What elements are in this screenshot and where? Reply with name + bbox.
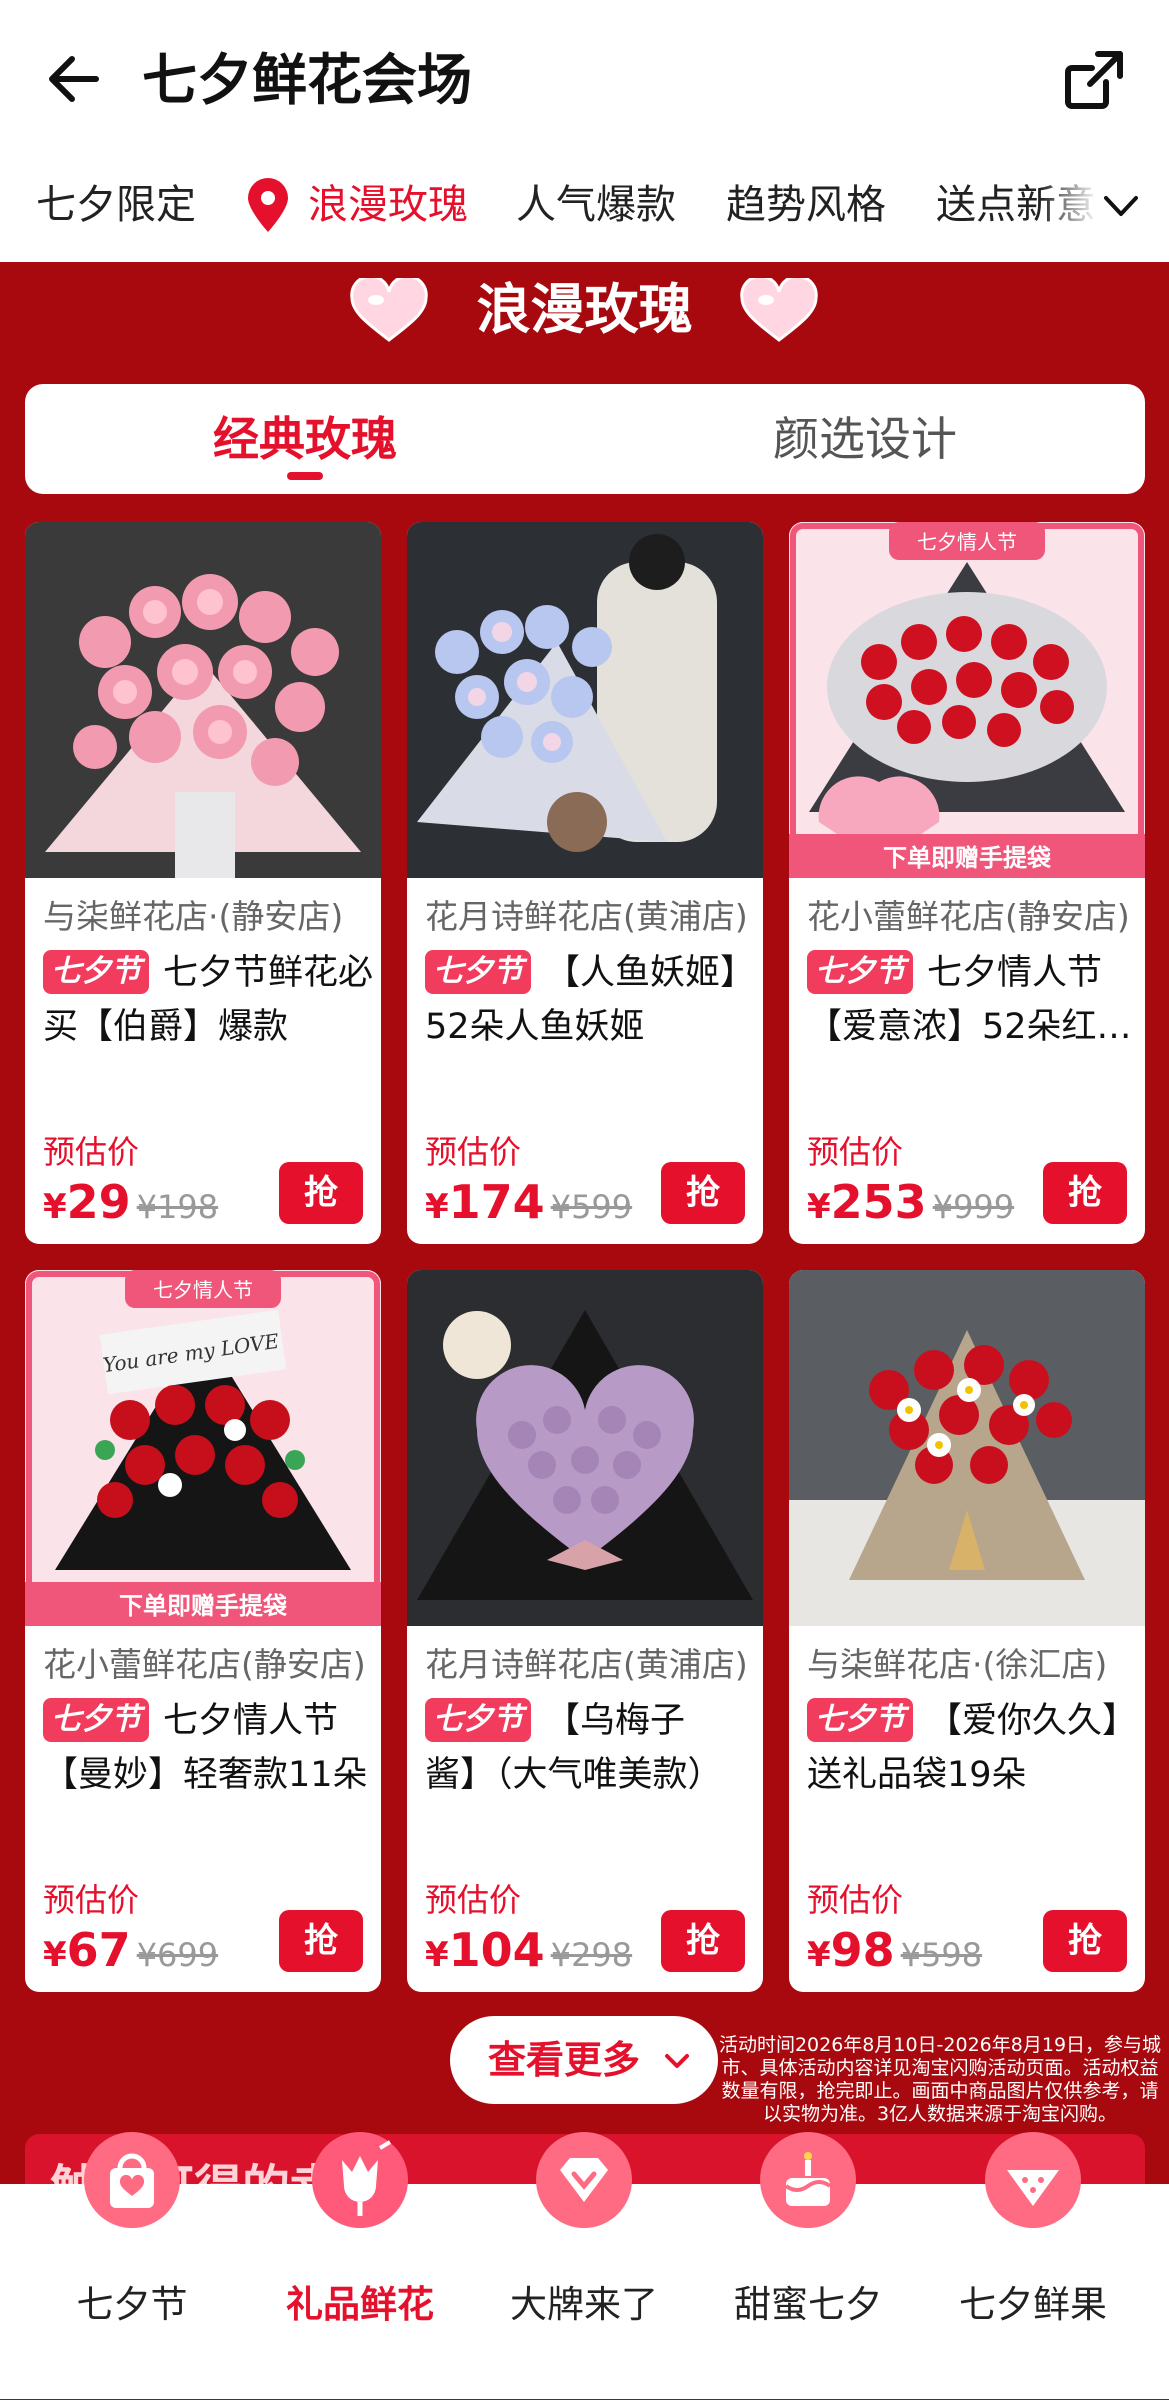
product-image: 七夕情人节 下单即赠手提袋 — [789, 522, 1145, 878]
product-card[interactable]: 花月诗鲜花店(黄浦店) 【乌梅子酱】（大气唯美款） 七夕节 预估价 ¥104 ¥2… — [407, 1270, 763, 1992]
qixi-badge: 七夕节 — [807, 950, 913, 994]
back-arrow-icon[interactable] — [40, 44, 110, 114]
active-subtab-indicator — [287, 472, 323, 480]
estimated-price-label: 预估价 — [43, 1881, 140, 1919]
store-name: 花月诗鲜花店(黄浦店) — [425, 897, 748, 936]
estimated-price-label: 预估价 — [425, 1881, 522, 1919]
view-more-label: 查看更多 — [488, 2038, 641, 2082]
grab-button[interactable]: 抢 — [279, 1910, 363, 1972]
section-title: 浪漫玫瑰 — [476, 278, 693, 341]
tab-popular[interactable]: 人气爆款 — [516, 170, 676, 240]
estimated-price-label: 预估价 — [807, 1133, 904, 1171]
qixi-badge: 七夕节 — [807, 1698, 913, 1742]
product-card[interactable]: 与柒鲜花店·(静安店) 七夕节鲜花必买【伯爵】爆款 七夕节 预估价 ¥29 ¥19… — [25, 522, 381, 1244]
gift-bag-tag: 下单即赠手提袋 — [883, 844, 1052, 872]
estimated-price-label: 预估价 — [425, 1133, 522, 1171]
store-name: 花小蕾鲜花店(静安店) — [43, 1645, 366, 1684]
qixi-badge: 七夕节 — [43, 1698, 149, 1742]
estimated-price-label: 预估价 — [807, 1881, 904, 1919]
store-name: 与柒鲜花店·(徐汇店) — [807, 1645, 1108, 1684]
grab-button[interactable]: 抢 — [279, 1162, 363, 1224]
gift-bag-icon — [84, 2132, 180, 2228]
price: ¥253 ¥999 — [807, 1175, 1015, 1229]
gift-bag-tag: 下单即赠手提袋 — [119, 1592, 288, 1620]
diamond-icon — [536, 2132, 632, 2228]
product-image — [25, 522, 381, 878]
price: ¥98 ¥598 — [807, 1923, 983, 1977]
nav-label: 大牌来了 — [510, 2283, 658, 2326]
page-title: 七夕鲜花会场 — [142, 48, 473, 112]
watermelon-icon — [985, 2132, 1081, 2228]
price: ¥104 ¥298 — [425, 1923, 633, 1977]
nav-item-qixi-fruit[interactable]: 七夕鲜果 — [943, 2130, 1123, 2400]
nav-label: 礼品鲜花 — [286, 2283, 434, 2326]
nav-item-gift-flowers[interactable]: 礼品鲜花 — [270, 2130, 450, 2400]
tab-trending-style[interactable]: 趋势风格 — [726, 170, 886, 240]
product-card[interactable]: 花月诗鲜花店(黄浦店) 【人鱼妖姬】52朵人鱼妖姬 七夕节 预估价 ¥174 ¥5… — [407, 522, 763, 1244]
product-card[interactable]: 七夕情人节 下单即赠手提袋 花小蕾鲜花店(静安店) 七夕情人节【爱意浓】52朵红… — [789, 522, 1145, 1244]
share-icon[interactable] — [1058, 44, 1130, 116]
store-name: 花月诗鲜花店(黄浦店) — [425, 1645, 748, 1684]
nav-item-sweet-qixi[interactable]: 甜蜜七夕 — [718, 2130, 898, 2400]
tulip-icon — [312, 2132, 408, 2228]
location-pin-icon — [248, 178, 288, 232]
product-image — [407, 1270, 763, 1626]
product-image — [407, 522, 763, 878]
heart-icon — [740, 278, 818, 342]
nav-label: 甜蜜七夕 — [734, 2283, 882, 2326]
qixi-badge: 七夕节 — [425, 950, 531, 994]
tab-romantic-roses[interactable]: 浪漫玫瑰 — [308, 170, 468, 240]
category-tabs: 七夕限定 浪漫玫瑰 人气爆款 趋势风格 送点新意 — [0, 170, 1169, 240]
nav-label: 七夕鲜果 — [959, 2283, 1107, 2326]
subtab-bar: 经典玫瑰 颜选设计 — [25, 384, 1145, 494]
product-image — [789, 1270, 1145, 1626]
product-card[interactable]: 七夕情人节 You are my LOVE 下单即赠手提袋 花小蕾鲜花店(静安店… — [25, 1270, 381, 1992]
cake-icon — [760, 2132, 856, 2228]
store-name: 花小蕾鲜花店(静安店) — [807, 897, 1130, 936]
grab-button[interactable]: 抢 — [1043, 1162, 1127, 1224]
nav-label: 七夕节 — [76, 2283, 188, 2326]
nav-item-qixi[interactable]: 七夕节 — [42, 2130, 222, 2400]
view-more-button[interactable]: 查看更多 — [450, 2016, 718, 2104]
chevron-down-icon[interactable] — [1100, 185, 1142, 227]
grab-button[interactable]: 抢 — [661, 1162, 745, 1224]
qixi-badge: 七夕节 — [43, 950, 149, 994]
qixi-badge: 七夕节 — [425, 1698, 531, 1742]
grab-button[interactable]: 抢 — [1043, 1910, 1127, 1972]
activity-disclaimer: 活动时间2026年8月10日-2026年8月19日，参与城市、具体活动内容详见淘… — [718, 2034, 1162, 2125]
tab-qixi-limited[interactable]: 七夕限定 — [36, 170, 196, 240]
chevron-down-icon — [665, 2054, 689, 2068]
price: ¥174 ¥599 — [425, 1175, 633, 1229]
store-name: 与柒鲜花店·(静安店) — [43, 897, 344, 936]
grab-button[interactable]: 抢 — [661, 1910, 745, 1972]
festival-tag: 七夕情人节 — [917, 530, 1017, 554]
product-image: 七夕情人节 You are my LOVE 下单即赠手提袋 — [25, 1270, 381, 1626]
product-card[interactable]: 与柒鲜花店·(徐汇店) 【爱你久久】送礼品袋19朵 七夕节 预估价 ¥98 ¥59… — [789, 1270, 1145, 1992]
price: ¥67 ¥699 — [43, 1923, 219, 1977]
estimated-price-label: 预估价 — [43, 1133, 140, 1171]
subtab-design-pick[interactable]: 颜选设计 — [585, 384, 1145, 494]
festival-tag: 七夕情人节 — [153, 1278, 253, 1302]
price: ¥29 ¥198 — [43, 1175, 219, 1229]
nav-item-big-brands[interactable]: 大牌来了 — [494, 2130, 674, 2400]
